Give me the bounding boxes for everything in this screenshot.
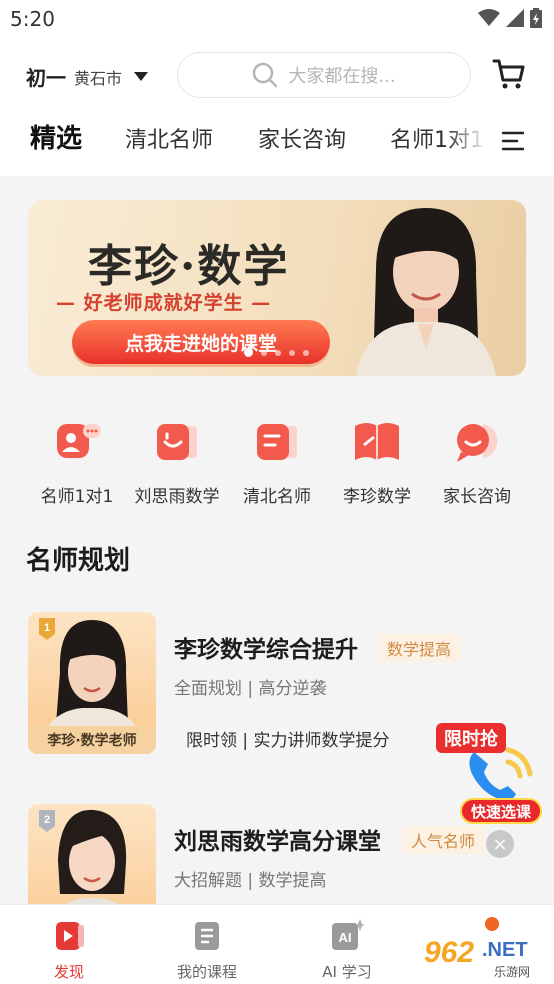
city-label: 黄石市 <box>74 68 123 88</box>
course-tag: 人气名师 <box>402 826 485 854</box>
svg-text:乐游网: 乐游网 <box>494 965 530 979</box>
section-title: 名师规划 <box>26 546 131 576</box>
menu-icon[interactable] <box>502 130 524 152</box>
cart-icon[interactable] <box>492 58 526 90</box>
chat-person-icon <box>57 424 101 458</box>
tab-label: 家长咨询 <box>258 128 347 153</box>
nav-discover[interactable]: 发现 <box>14 919 124 982</box>
course-tag: 数学提高 <box>378 634 461 662</box>
course-card[interactable]: 1 李珍·数学老师 李珍数学综合提升 数学提高 全面规划 | 高分逆袭 限时领 … <box>28 612 528 760</box>
book-list-icon <box>257 424 297 460</box>
teacher-photo: 1 李珍·数学老师 <box>28 612 156 754</box>
svg-text:.NET: .NET <box>482 939 528 961</box>
nav-ai-learning[interactable]: AI AI 学习 <box>292 919 402 982</box>
tab-tsinghua-teachers[interactable]: 清北名师 <box>125 122 213 154</box>
nav-label: 发现 <box>53 963 84 981</box>
tab-label: 精选 <box>30 124 83 154</box>
promo-text: 限时领 | 实力讲师数学提分 <box>186 730 390 751</box>
close-icon[interactable]: × <box>486 830 514 858</box>
photo-label: 李珍·数学老师 <box>28 726 156 754</box>
grade-city-selector[interactable]: 初一 黄石市 <box>26 62 149 91</box>
quick-entry-liu-math[interactable]: 刘思雨数学 <box>127 418 227 507</box>
tab-featured[interactable]: 精选 <box>28 118 85 155</box>
search-input[interactable]: 大家都在搜... <box>177 52 471 98</box>
search-placeholder: 大家都在搜... <box>288 66 396 87</box>
quick-entry-label: 家长咨询 <box>443 487 511 507</box>
course-title: 刘思雨数学高分课堂 <box>174 829 381 855</box>
svg-text:962: 962 <box>424 936 474 969</box>
pagination-dot[interactable] <box>303 349 309 356</box>
course-subtitle: 全面规划 | 高分逆袭 <box>174 679 327 699</box>
top-area: 5:20 初一 黄石市 大家都在搜... 精选 清北名师 家长咨询 名师1对1 <box>0 0 554 176</box>
quick-entry-parent-consult[interactable]: 家长咨询 <box>427 418 527 507</box>
pagination-dot[interactable] <box>275 349 281 356</box>
status-time: 5:20 <box>10 7 55 31</box>
promo-banner[interactable]: 李珍·数学 — 好老师成就好学生 — 点我走进她的课堂 <box>28 200 526 376</box>
course-subtitle: 大招解题 | 数学提高 <box>174 871 327 891</box>
battery-icon <box>530 8 542 28</box>
float-button-label: 快速选课 <box>460 798 542 824</box>
quick-entry-label: 李珍数学 <box>343 487 411 507</box>
phone-call-icon <box>469 747 533 801</box>
quick-entry-tsinghua[interactable]: 清北名师 <box>227 418 327 507</box>
course-card[interactable]: 2 刘思雨数学高分课堂 人气名师 大招解题 | 数学提高 <box>28 804 528 904</box>
message-bubble-icon <box>457 424 498 462</box>
search-icon <box>253 62 278 88</box>
course-list-icon <box>195 922 219 950</box>
rank-badge-icon: 2 <box>39 810 55 832</box>
nav-my-courses[interactable]: 我的课程 <box>152 919 262 982</box>
pagination-dot[interactable] <box>261 349 267 356</box>
signal-icon <box>506 9 524 27</box>
nav-label: 我的课程 <box>176 963 237 981</box>
open-book-icon <box>355 423 399 460</box>
ai-sparkle-icon: AI <box>332 919 365 950</box>
wifi-icon <box>478 9 500 26</box>
quick-entries: 名师1对1 刘思雨数学 清北名师 李珍数学 家长咨询 <box>0 418 554 508</box>
grade-label: 初一 <box>26 66 66 90</box>
status-bar: 5:20 <box>0 0 554 40</box>
video-play-icon <box>56 922 84 950</box>
tab-parent-consult[interactable]: 家长咨询 <box>258 122 346 154</box>
quick-entry-label: 刘思雨数学 <box>134 487 220 507</box>
book-smile-icon <box>157 424 197 460</box>
caret-down-icon <box>134 72 149 81</box>
watermark-logo: 962 .NET 乐游网 <box>422 917 546 979</box>
category-tabs: 精选 清北名师 家长咨询 名师1对1 <box>0 118 554 162</box>
teacher-photo: 2 <box>28 804 156 904</box>
quick-course-float-button[interactable]: 快速选课 <box>460 740 544 830</box>
banner-pagination <box>244 348 309 357</box>
header-bar: 初一 黄石市 大家都在搜... <box>0 50 554 100</box>
tab-label: 名师1对1 <box>390 128 484 153</box>
banner-subtitle: — 好老师成就好学生 — <box>56 292 272 314</box>
status-icons <box>478 8 542 28</box>
rank-number: 1 <box>44 622 50 634</box>
rank-badge-icon: 1 <box>39 618 55 640</box>
tab-one-on-one[interactable]: 名师1对1 <box>390 122 486 154</box>
teacher-portrait <box>356 208 496 376</box>
quick-entry-one-on-one[interactable]: 名师1对1 <box>27 418 127 507</box>
banner-cta-button[interactable]: 点我走进她的课堂 <box>72 320 330 364</box>
banner-title: 李珍·数学 <box>88 241 290 292</box>
quick-entry-li-math[interactable]: 李珍数学 <box>327 418 427 507</box>
quick-entry-label: 清北名师 <box>243 487 311 507</box>
rank-number: 2 <box>44 814 50 826</box>
svg-text:AI: AI <box>339 930 352 945</box>
pagination-dot[interactable] <box>244 348 253 357</box>
nav-label: AI 学习 <box>322 963 372 981</box>
pagination-dot[interactable] <box>289 349 295 356</box>
tab-label: 清北名师 <box>125 128 214 153</box>
quick-entry-label: 名师1对1 <box>40 487 114 507</box>
course-title: 李珍数学综合提升 <box>174 637 358 663</box>
